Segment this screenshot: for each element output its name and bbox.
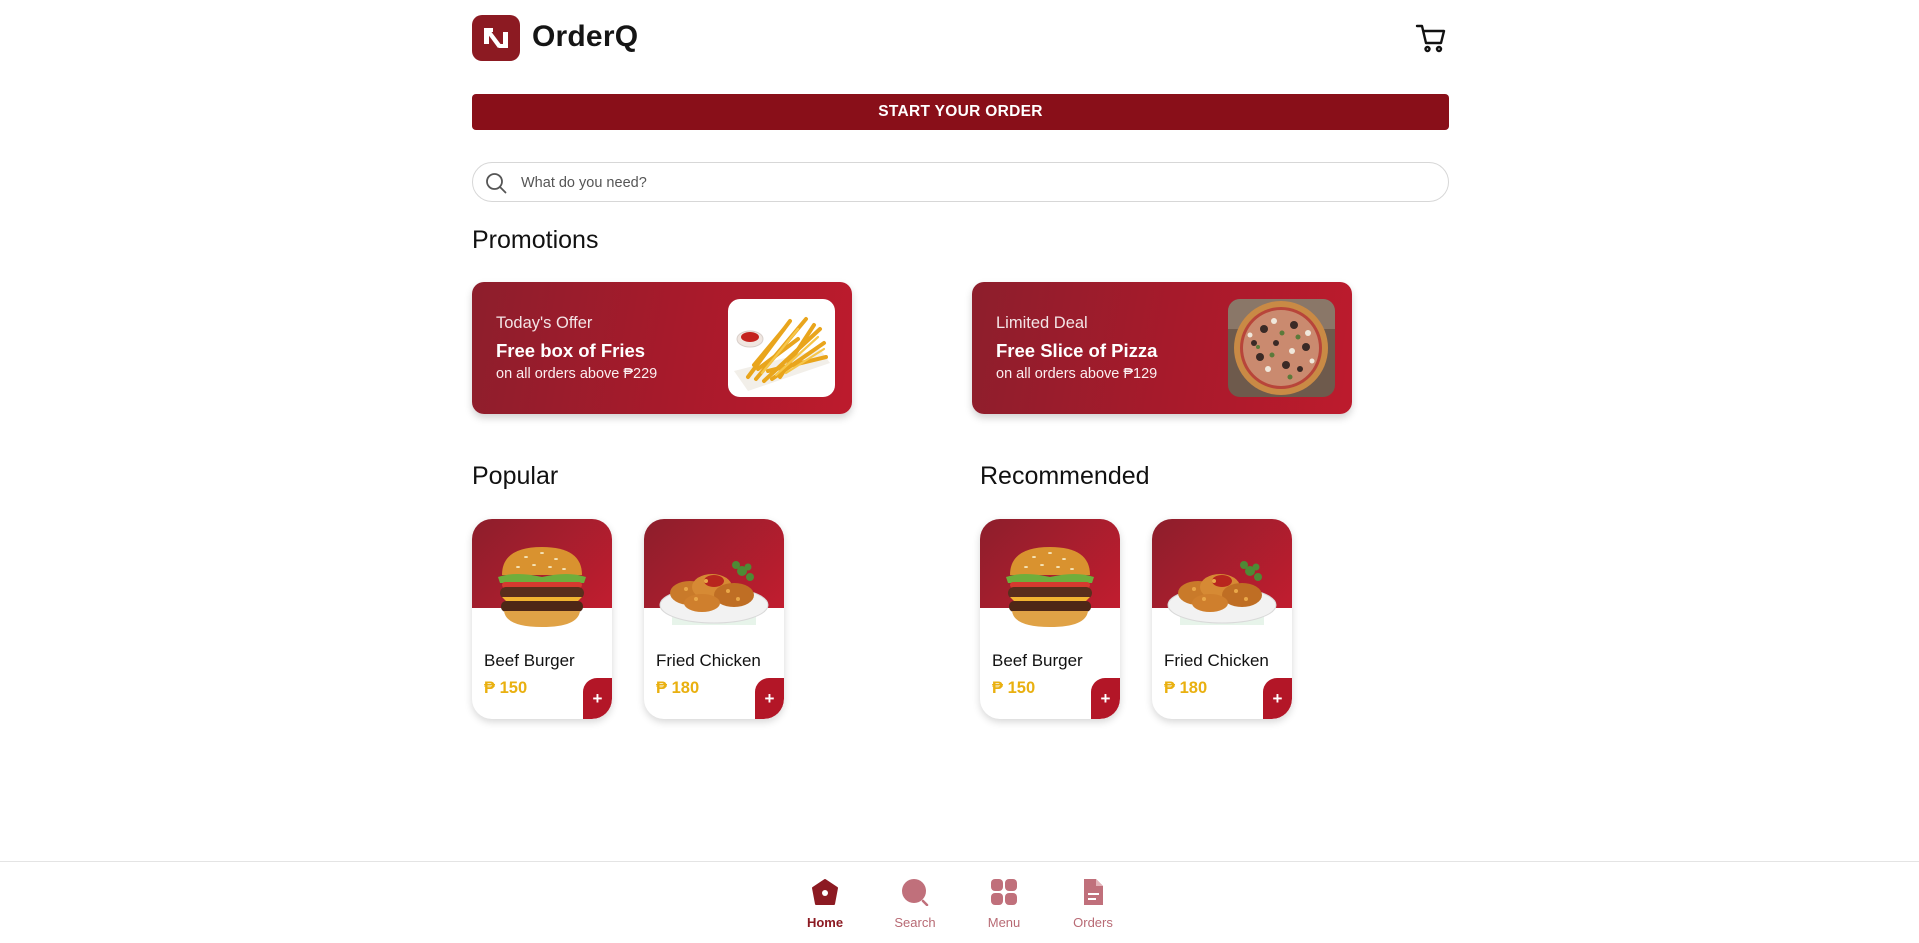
promo-kicker: Limited Deal (996, 314, 1088, 332)
bottom-nav: Home Search Menu Orders (0, 861, 1919, 943)
search-icon (901, 878, 929, 907)
product-price: ₱ 150 (484, 679, 528, 697)
search-icon (485, 172, 507, 194)
product-card-beef-burger[interactable]: Beef Burger ₱ 150 + (472, 519, 612, 719)
pizza-image (1228, 299, 1335, 397)
promo-card-fries[interactable]: Today's Offer Free box of Fries on all o… (472, 282, 852, 414)
promo-subtext: on all orders above ₱229 (496, 366, 658, 382)
nav-item-home[interactable]: Home (790, 878, 860, 938)
product-price: ₱ 180 (656, 679, 700, 697)
add-to-cart-button[interactable]: + (755, 678, 784, 719)
orderq-logo-icon[interactable] (472, 15, 520, 61)
nav-item-search[interactable]: Search (880, 878, 950, 938)
cart-icon[interactable] (1413, 20, 1449, 56)
product-name: Fried Chicken (656, 651, 761, 670)
promo-headline: Free box of Fries (496, 340, 646, 361)
popular-heading: Popular (472, 462, 559, 490)
promo-headline: Free Slice of Pizza (996, 340, 1158, 361)
product-name: Beef Burger (992, 651, 1083, 670)
promo-subtext: on all orders above ₱129 (996, 366, 1158, 382)
product-price: ₱ 150 (992, 679, 1036, 697)
nav-item-menu[interactable]: Menu (969, 878, 1039, 938)
promo-kicker: Today's Offer (496, 314, 593, 332)
nav-label: Menu (987, 915, 1021, 930)
product-name: Fried Chicken (1164, 651, 1269, 670)
add-to-cart-button[interactable]: + (1091, 678, 1120, 719)
app-header: OrderQ (472, 14, 1449, 62)
product-name: Beef Burger (484, 651, 575, 670)
product-card-fried-chicken[interactable]: Fried Chicken ₱ 180 + (1152, 519, 1292, 719)
nav-label: Orders (1073, 915, 1113, 930)
recommended-heading: Recommended (980, 462, 1150, 490)
nav-label: Search (894, 915, 936, 930)
brand-name[interactable]: OrderQ (532, 20, 638, 54)
fries-image (728, 299, 835, 397)
nav-item-orders[interactable]: Orders (1058, 878, 1128, 938)
promotions-heading: Promotions (472, 226, 599, 254)
product-card-beef-burger[interactable]: Beef Burger ₱ 150 + (980, 519, 1120, 719)
burger-image (486, 541, 598, 637)
fried-chicken-image (1166, 541, 1278, 637)
product-price: ₱ 180 (1164, 679, 1208, 697)
add-to-cart-button[interactable]: + (583, 678, 612, 719)
search-bar[interactable] (472, 162, 1449, 202)
promo-card-pizza[interactable]: Limited Deal Free Slice of Pizza on all … (972, 282, 1352, 414)
nav-label: Home (806, 915, 844, 930)
orders-document-icon (1079, 878, 1107, 906)
search-input[interactable] (521, 171, 1421, 195)
home-icon (811, 878, 839, 906)
start-order-button[interactable]: START YOUR ORDER (472, 94, 1449, 130)
fried-chicken-image (658, 541, 770, 637)
menu-grid-icon (990, 878, 1018, 906)
product-card-fried-chicken[interactable]: Fried Chicken ₱ 180 + (644, 519, 784, 719)
add-to-cart-button[interactable]: + (1263, 678, 1292, 719)
burger-image (994, 541, 1106, 637)
